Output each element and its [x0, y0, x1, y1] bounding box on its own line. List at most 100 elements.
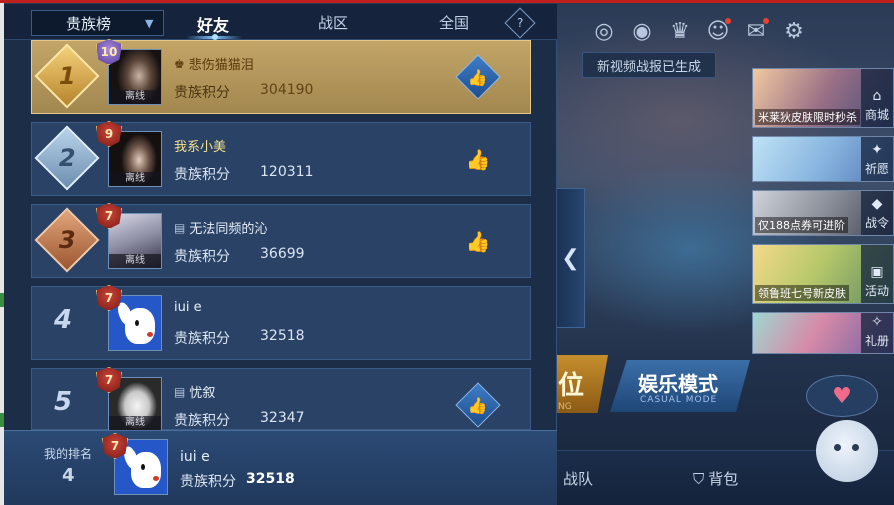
player-name: ♚ 悲伤猫猫泪	[174, 54, 254, 74]
team-button[interactable]: 战队	[563, 468, 593, 489]
banner-side-shop[interactable]: ⌂ 商城	[861, 69, 893, 127]
chevron-down-icon: ▼	[145, 16, 154, 30]
rank-badge-gold: 1	[34, 43, 100, 109]
vip-level-badge: 10	[96, 39, 122, 65]
shop-icon: ⌂	[872, 88, 882, 104]
wish-icon: ✦	[871, 142, 883, 158]
score-value: 32518	[260, 328, 305, 344]
tab-region[interactable]: 战区	[318, 12, 348, 33]
score-label: 贵族积分	[174, 167, 230, 183]
score-label: 贵族积分	[174, 331, 230, 347]
vip-level: 7	[104, 373, 114, 387]
vip-level-badge: 7	[96, 203, 122, 229]
like-button[interactable]: 👍	[455, 136, 500, 181]
top-icon-bar: ◎ ◉ ♛ ☺ ✉ ⚙	[585, 12, 813, 50]
heart-bubble[interactable]: ♥	[806, 375, 878, 417]
dog-eye	[135, 320, 139, 326]
score-label: 贵族积分	[174, 249, 230, 265]
my-rank-bar: 我的排名 4 7 iui e 贵族积分 32518	[4, 430, 557, 505]
bag-icon: ⛉	[693, 469, 705, 488]
collapse-panel-button[interactable]: ❮	[557, 188, 585, 328]
pass-icon: ◆	[871, 196, 883, 212]
banner-side-label: 活动	[864, 284, 889, 298]
tab-national[interactable]: 全国	[439, 12, 469, 33]
mascot-eye	[834, 444, 841, 451]
offline-label: 离线	[109, 416, 161, 430]
like-button[interactable]: 👍	[455, 382, 501, 428]
vip-level: 7	[110, 439, 120, 453]
gear-icon[interactable]: ⚙	[775, 12, 813, 50]
player-name: ▤ 忧叙	[174, 382, 216, 402]
rank-row-4: 4 7 iui e 贵族积分 32518	[31, 285, 531, 360]
casual-mode-button[interactable]: 娱乐模式 CASUAL MODE	[610, 360, 750, 412]
banner-pass[interactable]: 仅188点券可进阶 ◆ 战令	[752, 190, 894, 236]
banner-wish[interactable]: ✦ 祈愿	[752, 136, 894, 182]
thumbs-up-icon: 👍	[468, 67, 488, 87]
trophy-icon[interactable]: ♛	[661, 12, 699, 50]
casual-mode-label: 娱乐模式	[638, 372, 718, 396]
player-name-text: 我系小美	[174, 140, 227, 155]
vip-level: 7	[104, 291, 114, 305]
banner-side-activity[interactable]: ▣ 活动	[861, 245, 893, 303]
rank-number: 2	[58, 143, 76, 172]
top-red-line	[0, 0, 894, 3]
score-value: 36699	[260, 246, 305, 262]
score-value: 304190	[260, 82, 314, 98]
dog-eye	[141, 464, 145, 470]
banner-shop[interactable]: 米莱狄皮肤限时秒杀 ⌂ 商城	[752, 68, 894, 128]
my-player-name: iui e	[180, 449, 210, 465]
target-icon[interactable]: ◎	[585, 12, 623, 50]
help-icon: ?	[516, 16, 524, 30]
offline-label: 离线	[109, 172, 161, 186]
player-name-text: 无法同频的沁	[189, 222, 268, 237]
banner-side-label: 祈愿	[864, 162, 889, 176]
mail-icon[interactable]: ✉	[737, 12, 775, 50]
emblem-icon: ▤	[174, 384, 186, 399]
banner-side-pass[interactable]: ◆ 战令	[861, 191, 893, 235]
dropdown-label: 贵族榜	[65, 14, 111, 33]
ranking-panel: 贵族榜 ▼ 好友 战区 全国 ? 1 离线 10 ♚ 悲伤猫猫泪 贵族积分 304…	[4, 4, 557, 505]
dog-nose	[153, 476, 159, 481]
offline-label: 离线	[109, 90, 161, 104]
offline-label: 离线	[109, 254, 161, 268]
banner-side-wish[interactable]: ✦ 祈愿	[861, 137, 893, 181]
banner-activity[interactable]: 领鲁班七号新皮肤 ▣ 活动	[752, 244, 894, 304]
dog-nose	[147, 332, 153, 337]
gift-icon: ✧	[871, 314, 883, 330]
vip-level-badge: 7	[102, 433, 128, 459]
ranking-tabs: 贵族榜 ▼ 好友 战区 全国 ?	[4, 4, 557, 40]
rank-row-3: 3 离线 7 ▤ 无法同频的沁 贵族积分 36699 👍	[31, 203, 531, 278]
score-value: 120311	[260, 164, 314, 180]
ranked-mode-sub: NG	[558, 402, 572, 412]
thumbs-up-icon: 👍	[465, 229, 491, 253]
rank-number: 4	[54, 305, 73, 335]
video-report-tooltip: 新视频战报已生成	[582, 52, 716, 78]
dog-face	[131, 452, 161, 488]
emblem-icon: ▤	[174, 220, 186, 235]
mascot-avatar[interactable]	[816, 420, 878, 482]
banner-gift[interactable]: ✧ 礼册	[752, 312, 894, 354]
vip-level-badge: 9	[96, 121, 122, 147]
like-button[interactable]: 👍	[455, 218, 500, 263]
mascot-eye	[852, 444, 859, 451]
rank-badge-silver: 2	[34, 125, 100, 191]
help-button[interactable]: ?	[504, 7, 536, 39]
vip-level-badge: 7	[96, 367, 122, 393]
banner-side-gift[interactable]: ✧ 礼册	[861, 313, 893, 353]
rank-type-dropdown[interactable]: 贵族榜 ▼	[31, 10, 164, 36]
banner-side-label: 商城	[864, 108, 889, 122]
rank-row-2: 2 离线 9 我系小美 贵族积分 120311 👍	[31, 121, 531, 196]
dog-face	[125, 308, 155, 344]
like-button[interactable]: 👍	[455, 54, 501, 100]
score-label: 贵族积分	[174, 413, 230, 429]
banner-caption: 米莱狄皮肤限时秒杀	[755, 109, 860, 125]
player-name-text: 忧叙	[189, 386, 216, 401]
eye-icon[interactable]: ◉	[623, 12, 661, 50]
rank-badge-bronze: 3	[34, 207, 100, 273]
banner-side-label: 礼册	[864, 334, 889, 348]
bag-button[interactable]: ⛉ 背包	[693, 468, 738, 489]
banner-caption: 领鲁班七号新皮肤	[755, 285, 849, 301]
friends-icon[interactable]: ☺	[699, 12, 737, 50]
score-value: 32347	[260, 410, 305, 426]
tab-friends[interactable]: 好友	[197, 12, 229, 36]
